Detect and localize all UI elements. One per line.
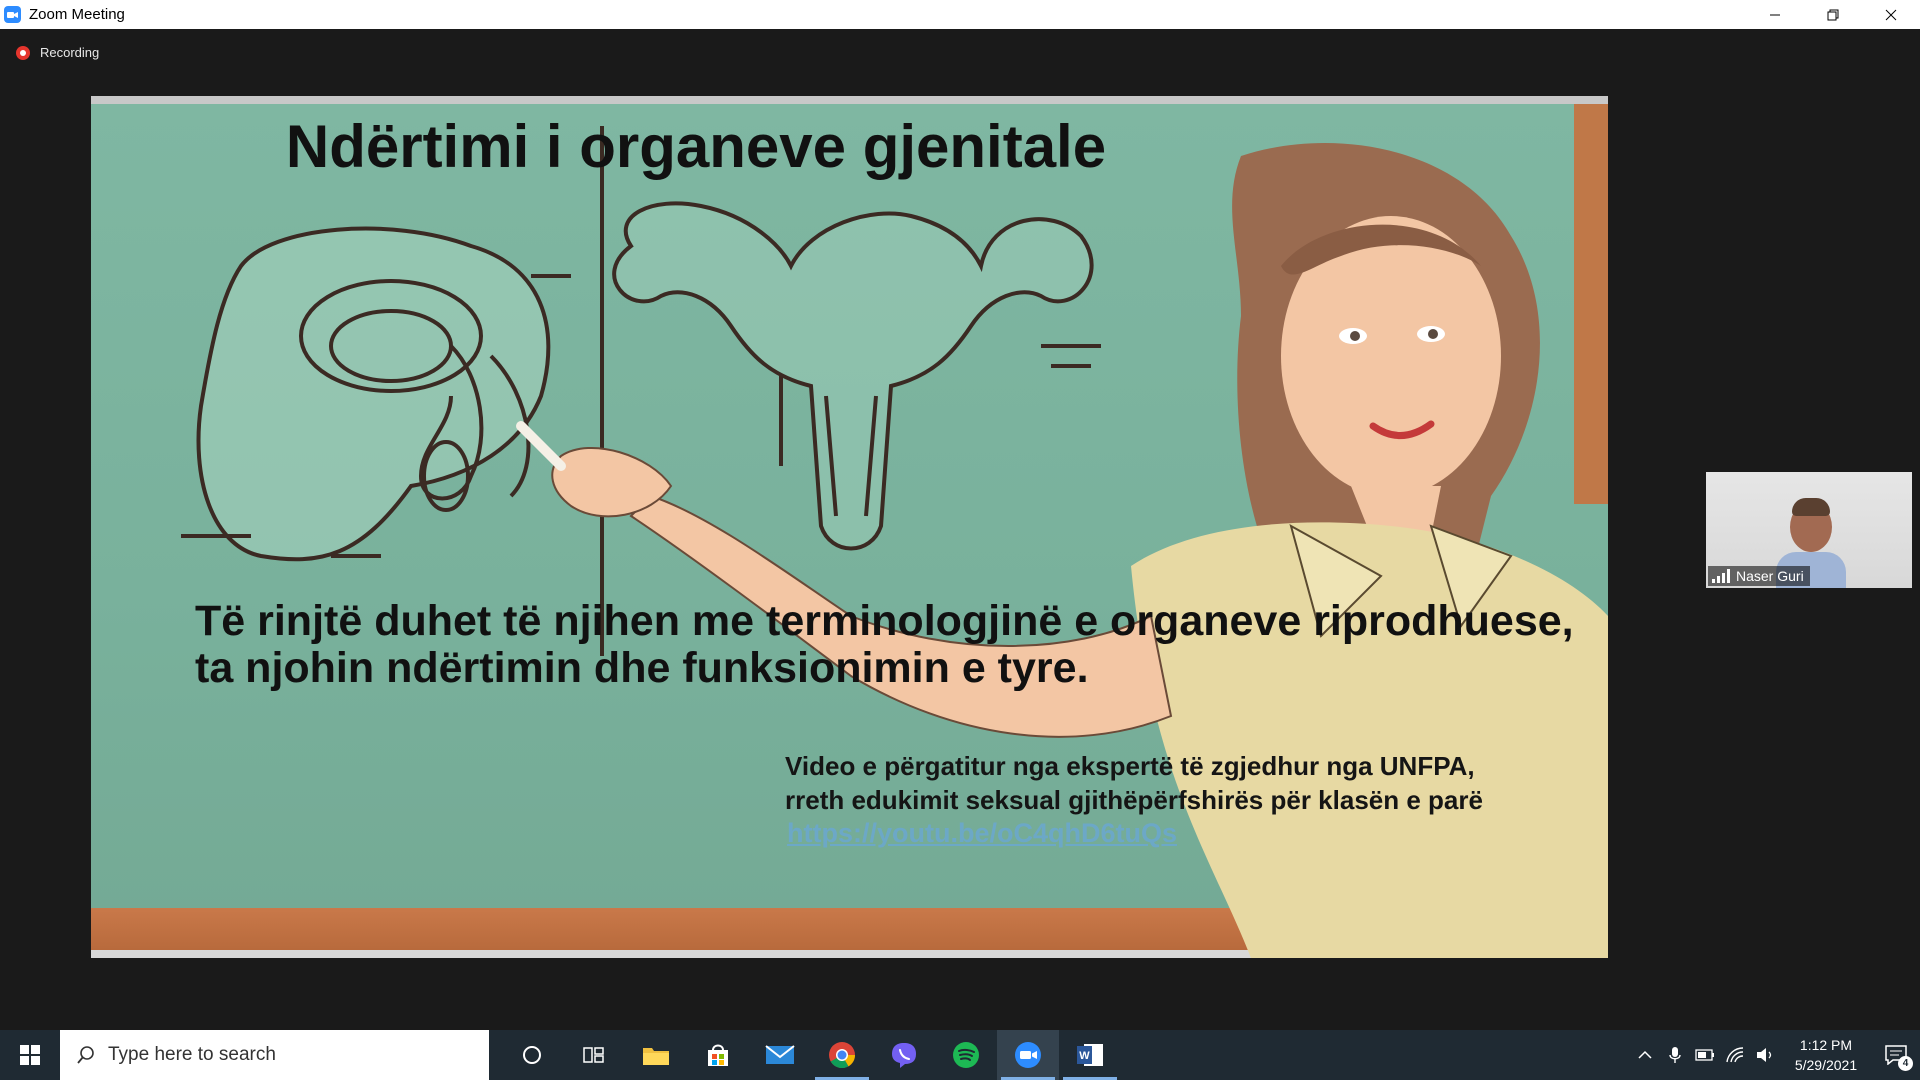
volume-tray-button[interactable]: [1750, 1030, 1780, 1080]
credit-line-1: Video e përgatitur nga ekspertë të zgjed…: [785, 751, 1475, 781]
recording-label: Recording: [40, 45, 100, 60]
start-button[interactable]: [0, 1030, 60, 1080]
file-explorer-button[interactable]: [625, 1030, 687, 1080]
battery-tray-button[interactable]: [1690, 1030, 1720, 1080]
viber-icon: [892, 1043, 916, 1068]
battery-icon: [1695, 1049, 1714, 1061]
shared-screen: Ndërtimi i organeve gjenitale Të rinjtë …: [91, 96, 1608, 958]
restore-button[interactable]: [1804, 0, 1862, 29]
mail-icon: [765, 1045, 795, 1064]
slide-title: Ndërtimi i organeve gjenitale: [285, 113, 1107, 180]
mail-button[interactable]: [749, 1030, 811, 1080]
cortana-icon: [523, 1046, 541, 1064]
network-tray-button[interactable]: [1720, 1030, 1750, 1080]
chevron-up-icon: [1638, 1050, 1652, 1059]
spotify-button[interactable]: [935, 1030, 997, 1080]
zoom-icon: [1015, 1042, 1041, 1068]
windows-logo-icon: [20, 1045, 40, 1065]
participant-name: Naser Guri: [1736, 568, 1804, 584]
window-title: Zoom Meeting: [29, 6, 125, 23]
participant-name-tag: Naser Guri: [1708, 566, 1810, 586]
search-input[interactable]: [106, 1043, 470, 1067]
restore-icon: [1827, 9, 1839, 20]
credit-line-2: rreth edukimit seksual gjithëpërfshirës …: [785, 785, 1483, 815]
system-tray: 1:12 PM 5/29/2021 4: [1630, 1030, 1920, 1080]
clock-time: 1:12 PM: [1799, 1037, 1853, 1053]
recording-icon: [16, 45, 30, 60]
viber-button[interactable]: [873, 1030, 935, 1080]
cortana-button[interactable]: [501, 1030, 563, 1080]
task-view-button[interactable]: [563, 1030, 625, 1080]
title-bar: Zoom Meeting: [0, 0, 1920, 29]
store-button[interactable]: [687, 1030, 749, 1080]
microphone-tray-button[interactable]: [1660, 1030, 1690, 1080]
show-hidden-icons-button[interactable]: [1630, 1030, 1660, 1080]
window-controls: [1746, 0, 1920, 29]
notification-count-badge: 4: [1898, 1056, 1913, 1071]
zoom-button[interactable]: [997, 1030, 1059, 1080]
taskbar-apps: W: [501, 1030, 1121, 1080]
word-icon: W: [1077, 1044, 1103, 1066]
spotify-icon: [953, 1042, 979, 1068]
close-icon: [1885, 9, 1897, 20]
slide-credit: Video e përgatitur nga ekspertë të zgjed…: [785, 749, 1585, 817]
recording-indicator[interactable]: Recording: [16, 45, 99, 60]
minimize-icon: [1770, 14, 1780, 15]
svg-text:W: W: [1079, 1050, 1090, 1062]
action-center-button[interactable]: 4: [1872, 1030, 1920, 1080]
minimize-button[interactable]: [1746, 0, 1804, 29]
chrome-button[interactable]: [811, 1030, 873, 1080]
slide-video-link[interactable]: https://youtu.be/oC4qhD6tuQs: [787, 818, 1177, 849]
taskbar-search[interactable]: [60, 1030, 489, 1080]
speaker-icon: [1757, 1048, 1772, 1062]
slide-body-text: Të rinjtë duhet të njihen me terminologj…: [195, 597, 1574, 692]
close-button[interactable]: [1862, 0, 1920, 29]
search-icon: [77, 1046, 94, 1064]
zoom-camera-icon: [4, 6, 21, 23]
participant-hair: [1792, 498, 1830, 516]
store-icon: [708, 1044, 728, 1066]
taskbar-clock[interactable]: 1:12 PM 5/29/2021: [1780, 1035, 1872, 1075]
task-view-icon: [583, 1047, 604, 1063]
signal-strength-icon: [1712, 569, 1730, 583]
file-explorer-icon: [643, 1048, 669, 1065]
participant-video[interactable]: Naser Guri: [1706, 472, 1912, 588]
taskbar: W 1:12 PM 5/29/2021 4: [0, 1030, 1920, 1080]
clock-date: 5/29/2021: [1794, 1057, 1858, 1073]
chrome-icon: [829, 1042, 856, 1069]
wifi-icon: [1726, 1047, 1744, 1063]
microphone-icon: [1669, 1047, 1681, 1063]
word-button[interactable]: W: [1059, 1030, 1121, 1080]
